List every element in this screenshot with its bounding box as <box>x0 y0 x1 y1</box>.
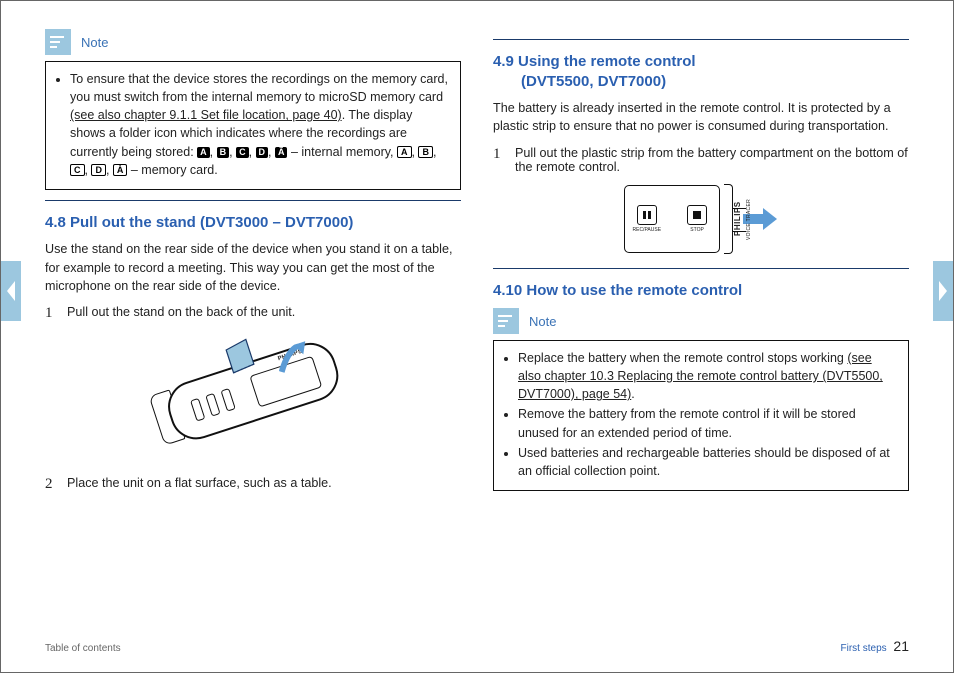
divider <box>45 200 461 201</box>
remote-battery-cover <box>724 184 733 254</box>
note-label: Note <box>81 35 108 50</box>
note-li-1: Replace the battery when the remote cont… <box>518 349 898 403</box>
note-label: Note <box>529 314 556 329</box>
section-link[interactable]: First steps <box>841 643 887 654</box>
note-li-2: Remove the battery from the remote contr… <box>518 405 898 441</box>
page-number: 21 <box>893 638 909 654</box>
figure-remote: REC/PAUSE STOP PHILIPS VOICE TRACER <box>493 184 909 254</box>
prev-page-button[interactable] <box>1 261 21 321</box>
divider <box>493 268 909 269</box>
battery-strip-icon <box>732 208 746 232</box>
next-page-button[interactable] <box>933 261 953 321</box>
remote-rec-label: REC/PAUSE <box>633 227 662 233</box>
remote-stop-label: STOP <box>690 227 704 233</box>
divider <box>493 39 909 40</box>
step-4-8-1: 1 Pull out the stand on the back of the … <box>45 305 461 322</box>
note-box-memory: Note To ensure that the device stores th… <box>45 29 461 190</box>
left-column: Note To ensure that the device stores th… <box>45 29 461 503</box>
heading-4-10: 4.10 How to use the remote control <box>493 281 909 301</box>
remote-sub-label: VOICE TRACER <box>746 198 752 239</box>
heading-4-8: 4.8 Pull out the stand (DVT3000 – DVT700… <box>45 213 461 233</box>
page: Note To ensure that the device stores th… <box>0 0 954 673</box>
note-box-remote: Note Replace the battery when the remote… <box>493 308 909 491</box>
heading-4-9: 4.9 Using the remote control (DVT5500, D… <box>493 52 909 91</box>
step-4-9-1: 1 Pull out the plastic strip from the ba… <box>493 146 909 174</box>
note-icon <box>493 308 519 334</box>
body-4-8: Use the stand on the rear side of the de… <box>45 240 461 295</box>
note-text: To ensure that the device stores the rec… <box>70 70 450 179</box>
remote-stop-icon <box>687 205 707 225</box>
right-column: 4.9 Using the remote control (DVT5500, D… <box>493 29 909 503</box>
link-set-file-location[interactable]: (see also chapter 9.1.1 Set file locatio… <box>70 108 342 122</box>
figure-device-stand: PHILIPS <box>45 332 461 462</box>
remote-rec-pause-icon <box>637 205 657 225</box>
note-icon <box>45 29 71 55</box>
note-li-3: Used batteries and rechargeable batterie… <box>518 444 898 480</box>
step-4-8-2: 2 Place the unit on a flat surface, such… <box>45 476 461 493</box>
page-footer: Table of contents First steps 21 <box>45 638 909 654</box>
toc-link[interactable]: Table of contents <box>45 643 121 654</box>
body-4-9: The battery is already inserted in the r… <box>493 99 909 136</box>
